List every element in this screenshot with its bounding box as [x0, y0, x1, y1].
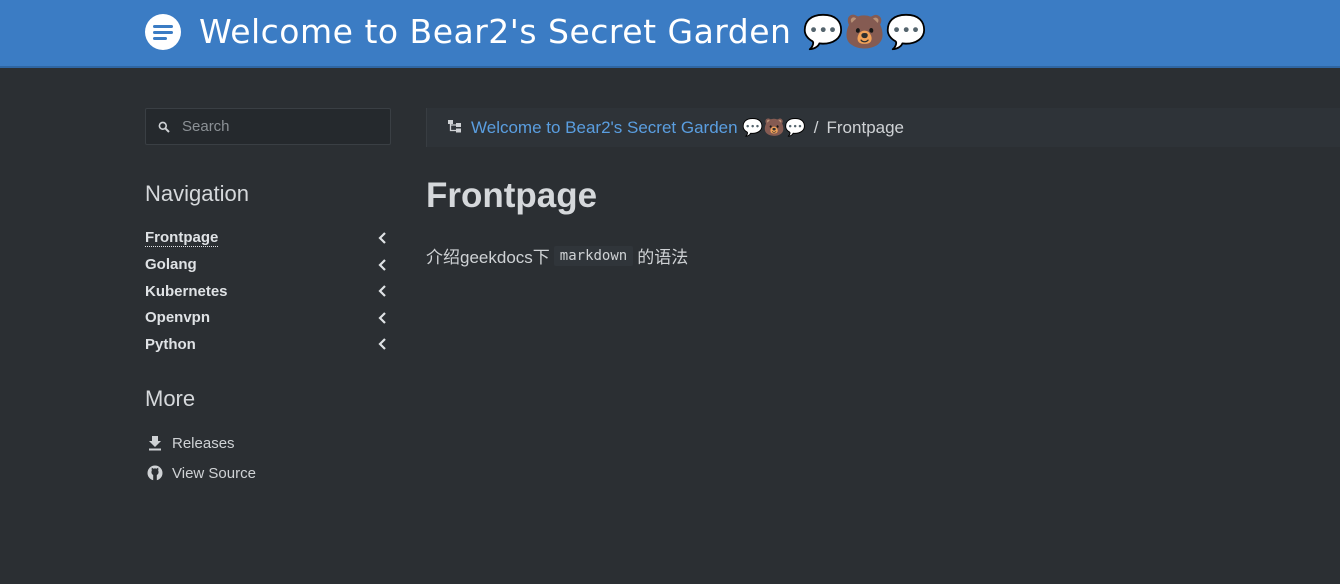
- breadcrumb: Welcome to Bear2's Secret Garden 💬🐻💬 / F…: [426, 108, 1340, 147]
- chevron-left-icon[interactable]: [376, 284, 390, 298]
- breadcrumb-current: Frontpage: [826, 117, 905, 137]
- view-source-label[interactable]: View Source: [172, 465, 256, 482]
- search-icon: [146, 121, 182, 133]
- nav-item-label[interactable]: Openvpn: [145, 309, 210, 326]
- github-icon: [145, 465, 164, 481]
- nav-item-label[interactable]: Frontpage: [145, 229, 219, 247]
- nav-item-label[interactable]: Golang: [145, 256, 197, 273]
- navigation-heading: Navigation: [145, 181, 249, 206]
- nav-item-label[interactable]: Python: [145, 336, 196, 353]
- breadcrumb-separator: /: [813, 117, 819, 137]
- nav-item-label[interactable]: Kubernetes: [145, 283, 228, 300]
- intro-text-after: 的语法: [637, 248, 689, 267]
- chevron-left-icon[interactable]: [376, 311, 390, 325]
- inline-code: markdown: [553, 245, 634, 266]
- chevron-left-icon[interactable]: [376, 231, 390, 245]
- breadcrumb-home-link[interactable]: Welcome to Bear2's Secret Garden 💬🐻💬: [471, 118, 806, 138]
- search-box[interactable]: [145, 108, 391, 145]
- nav-item-kubernetes[interactable]: Kubernetes: [145, 278, 390, 305]
- releases-link[interactable]: Releases: [145, 428, 256, 458]
- chevron-left-icon[interactable]: [376, 258, 390, 272]
- nav-item-python[interactable]: Python: [145, 331, 390, 358]
- chevron-left-icon[interactable]: [376, 337, 390, 351]
- more-list: Releases View Source: [145, 428, 256, 488]
- menu-lines-icon: [145, 14, 181, 50]
- more-heading: More: [145, 386, 196, 411]
- nav-item-golang[interactable]: Golang: [145, 252, 390, 279]
- view-source-link[interactable]: View Source: [145, 458, 256, 488]
- search-input[interactable]: [182, 109, 390, 144]
- nav-list: Frontpage Golang Kubernetes Openvpn Pyth…: [145, 225, 390, 358]
- intro-paragraph: 介绍geekdocs下 markdown 的语法: [426, 243, 688, 268]
- site-header: Welcome to Bear2's Secret Garden 💬🐻💬: [0, 0, 1340, 68]
- releases-label[interactable]: Releases: [172, 435, 235, 452]
- download-icon: [145, 435, 164, 451]
- sitemap-icon: [447, 118, 463, 138]
- page-title: Frontpage: [426, 176, 598, 215]
- site-title[interactable]: Welcome to Bear2's Secret Garden 💬🐻💬: [199, 12, 927, 52]
- site-brand[interactable]: Welcome to Bear2's Secret Garden 💬🐻💬: [145, 12, 927, 52]
- intro-text-before: 介绍geekdocs下: [426, 248, 550, 267]
- nav-item-openvpn[interactable]: Openvpn: [145, 305, 390, 332]
- nav-item-frontpage[interactable]: Frontpage: [145, 225, 390, 252]
